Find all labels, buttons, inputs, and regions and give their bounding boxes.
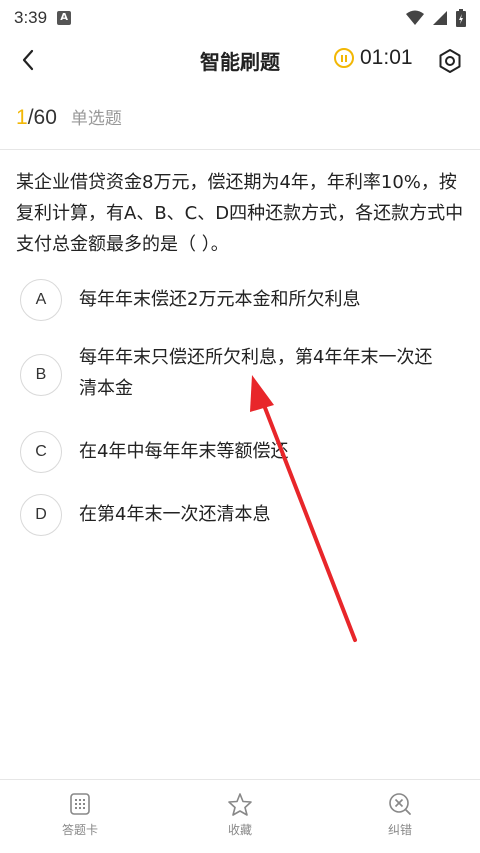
option-text: 在4年中每年年末等额偿还 xyxy=(79,441,289,462)
divider xyxy=(0,149,480,150)
answer-card-icon xyxy=(70,793,90,815)
timer-text: 01:01 xyxy=(360,46,413,69)
option-text: 在第4年末一次还清本息 xyxy=(79,504,271,525)
settings-icon[interactable] xyxy=(437,48,463,74)
status-bar: 3:39 A xyxy=(0,0,480,36)
notification-icon: A xyxy=(57,11,72,25)
option-c[interactable]: C 在4年中每年年末等额偿还 xyxy=(20,431,470,473)
option-b[interactable]: B 每年年末只偿还所欠利息，第4年年末一次还清本金 xyxy=(20,347,470,404)
question-text: 某企业借贷资金8万元，偿还期为4年，年利率10%，按复利计算，有A、B、C、D四… xyxy=(16,172,464,255)
option-letter: C xyxy=(20,431,62,473)
correction-icon xyxy=(389,793,411,815)
progress-total: /60 xyxy=(27,106,57,129)
progress-indicator: 1 /60 单选题 xyxy=(16,104,122,130)
progress-current: 1 xyxy=(16,106,28,129)
option-letter: D xyxy=(20,494,62,536)
star-icon xyxy=(228,793,252,816)
option-d[interactable]: D 在第4年末一次还清本息 xyxy=(20,494,470,536)
signal-icon xyxy=(433,11,447,25)
option-text: 每年年末偿还2万元本金和所欠利息 xyxy=(79,289,361,310)
option-letter: A xyxy=(20,279,62,321)
option-text: 每年年末只偿还所欠利息，第4年年末一次还清本金 xyxy=(79,347,433,399)
question-type: 单选题 xyxy=(70,109,122,129)
answer-card-label: 答题卡 xyxy=(61,823,98,837)
answer-card-tab[interactable]: 答题卡 xyxy=(0,780,160,853)
wifi-icon xyxy=(406,10,424,25)
favorite-label: 收藏 xyxy=(227,823,252,837)
favorite-tab[interactable]: 收藏 xyxy=(160,780,320,853)
option-a[interactable]: A 每年年末偿还2万元本金和所欠利息 xyxy=(20,279,470,321)
timer[interactable]: 01:01 xyxy=(334,46,413,70)
pause-icon[interactable] xyxy=(334,48,354,68)
correction-tab[interactable]: 纠错 xyxy=(320,780,480,853)
battery-icon xyxy=(456,9,466,27)
option-letter: B xyxy=(20,354,62,396)
app-bar: 智能刷题 01:01 xyxy=(0,36,480,84)
correction-label: 纠错 xyxy=(387,823,412,837)
status-icons xyxy=(406,9,466,27)
status-time: 3:39 xyxy=(14,8,48,27)
bottom-nav: 答题卡 收藏 纠错 xyxy=(0,779,480,853)
